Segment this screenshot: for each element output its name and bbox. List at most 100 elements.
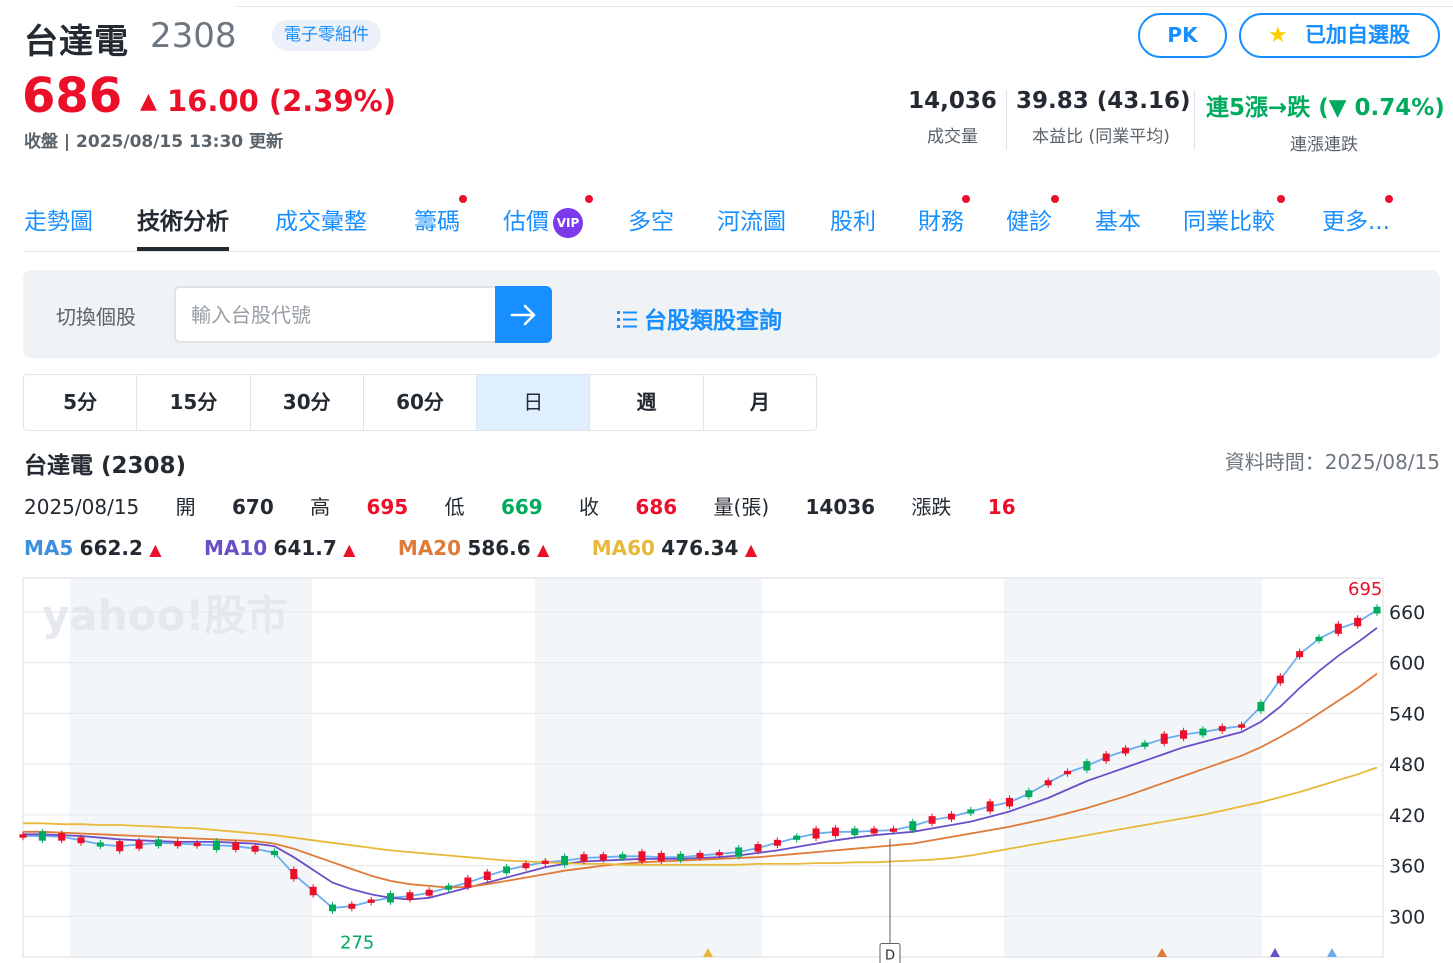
candle-body: [154, 839, 162, 847]
pk-button[interactable]: PK: [1138, 13, 1227, 58]
tab-financials[interactable]: 財務: [918, 202, 964, 236]
top-divider: [236, 6, 1453, 7]
candle-body: [1199, 728, 1207, 736]
tab-river-chart[interactable]: 河流圖: [717, 202, 786, 236]
candle-body: [986, 801, 994, 812]
period-week[interactable]: 週: [590, 375, 704, 430]
high-price-label: 695: [1348, 579, 1382, 600]
stock-code-input[interactable]: [174, 286, 496, 343]
stat-label: 成交量: [927, 127, 978, 147]
data-time: 資料時間：2025/08/15: [1224, 450, 1440, 474]
sector-query-link[interactable]: 台股類股查詢: [616, 301, 782, 335]
tab-chips[interactable]: 籌碼: [414, 202, 460, 236]
y-tick-label: 660: [1389, 602, 1425, 624]
notification-dot: [1277, 195, 1285, 203]
candle-body: [174, 841, 182, 847]
ohlc-close: 收 686: [579, 495, 678, 519]
candle-body: [831, 827, 839, 837]
candle-body: [1083, 761, 1091, 771]
period-selector: 5分 15分 30分 60分 日 週 月: [23, 374, 817, 431]
candle-body: [1141, 742, 1149, 747]
tab-bull-bear[interactable]: 多空: [628, 202, 674, 236]
ohlc-row: 2025/08/15 開 670 高 695 低 669 收 686 量(張) …: [24, 491, 1046, 520]
notification-dot: [1385, 195, 1393, 203]
period-60min[interactable]: 60分: [364, 375, 478, 430]
candle-body: [947, 813, 955, 820]
stat-volume: 14,036 成交量: [905, 88, 1000, 147]
candle-body: [909, 821, 917, 831]
tab-technical[interactable]: 技術分析: [137, 202, 229, 251]
tab-valuation-label: 估價: [503, 209, 549, 235]
y-tick-label: 600: [1389, 653, 1425, 675]
candle-body: [851, 828, 859, 836]
y-tick-label: 300: [1389, 906, 1425, 928]
sector-tag[interactable]: 電子零組件: [272, 20, 381, 51]
y-tick-label: 480: [1389, 754, 1425, 776]
candle-body: [348, 903, 356, 909]
y-tick-label: 540: [1389, 703, 1425, 725]
candle-body: [212, 840, 220, 850]
candle-body: [541, 860, 549, 864]
watchlist-label: 已加自選股: [1305, 23, 1410, 47]
candle-body: [19, 834, 27, 838]
vip-badge: VIP: [553, 208, 583, 238]
candle-body: [1025, 790, 1033, 798]
period-30min[interactable]: 30分: [251, 375, 364, 430]
event-marker-label: D: [885, 948, 895, 963]
list-icon: [617, 311, 637, 328]
candle-body: [1238, 724, 1246, 728]
chart-title: 台達電 (2308): [24, 453, 187, 479]
candle-body: [77, 837, 85, 844]
candle-body: [445, 885, 453, 890]
candle-body: [715, 852, 723, 856]
candle-body: [561, 855, 569, 866]
price-chart[interactable]: 660 600 540 480 420 360 300 yahoo!股市 695 275 D: [0, 570, 1453, 963]
candle-body: [657, 852, 665, 862]
candle-body: [387, 893, 395, 903]
ma-marker-triangle: [1327, 948, 1337, 957]
tab-more[interactable]: 更多...: [1322, 202, 1390, 236]
switch-label: 切換個股: [56, 305, 136, 329]
y-tick-label: 420: [1389, 805, 1425, 827]
candle-body: [1180, 730, 1188, 739]
stat-label: 本益比 (同業平均): [1032, 127, 1170, 147]
period-month[interactable]: 月: [704, 375, 816, 430]
candle-body: [232, 842, 240, 850]
update-time: 收盤 | 2025/08/15 13:30 更新: [24, 132, 284, 152]
ohlc-low: 低 669: [444, 495, 543, 519]
ohlc-change: 漲跌 16: [911, 495, 1016, 519]
low-price-label: 275: [340, 933, 374, 954]
stat-divider: [1006, 90, 1007, 150]
tab-trend[interactable]: 走勢圖: [24, 202, 93, 236]
ma5-legend: MA5 662.2 ▲: [24, 536, 162, 560]
period-5min[interactable]: 5分: [24, 375, 138, 430]
candle-body: [96, 842, 104, 847]
price-change-value: 16.00 (2.39%): [167, 84, 396, 118]
period-15min[interactable]: 15分: [137, 375, 251, 430]
period-day[interactable]: 日: [477, 375, 591, 430]
candle-body: [1334, 623, 1342, 634]
stat-streak: 連5漲→跌 (▼ 0.74%) 連漲連跌: [1206, 88, 1445, 155]
candle-body: [1005, 797, 1013, 807]
tab-health[interactable]: 健診: [1006, 202, 1052, 236]
tab-valuation[interactable]: 估價 VIP: [503, 202, 583, 238]
tab-trades[interactable]: 成交彙整: [275, 202, 367, 236]
candle-body: [290, 869, 298, 880]
stat-value: 39.83 (43.16): [1016, 88, 1191, 114]
period-band: [1004, 578, 1262, 957]
candle-body: [967, 809, 975, 814]
watchlist-button[interactable]: ★ 已加自選股: [1239, 13, 1440, 58]
candle-body: [1315, 636, 1323, 642]
ma10-legend: MA10 641.7 ▲: [203, 536, 356, 560]
candle-body: [193, 842, 201, 847]
sector-query-label: 台股類股查詢: [644, 308, 782, 334]
candle-body: [58, 833, 66, 841]
tab-peer-compare[interactable]: 同業比較: [1183, 202, 1275, 236]
tab-dividend[interactable]: 股利: [830, 202, 876, 236]
switch-go-button[interactable]: [495, 286, 552, 343]
stat-value: 連5漲→跌 (▼ 0.74%): [1206, 95, 1445, 121]
tab-basic[interactable]: 基本: [1095, 202, 1141, 236]
candle-body: [1257, 701, 1265, 712]
candle-body: [522, 863, 530, 869]
candle-body: [135, 840, 143, 849]
